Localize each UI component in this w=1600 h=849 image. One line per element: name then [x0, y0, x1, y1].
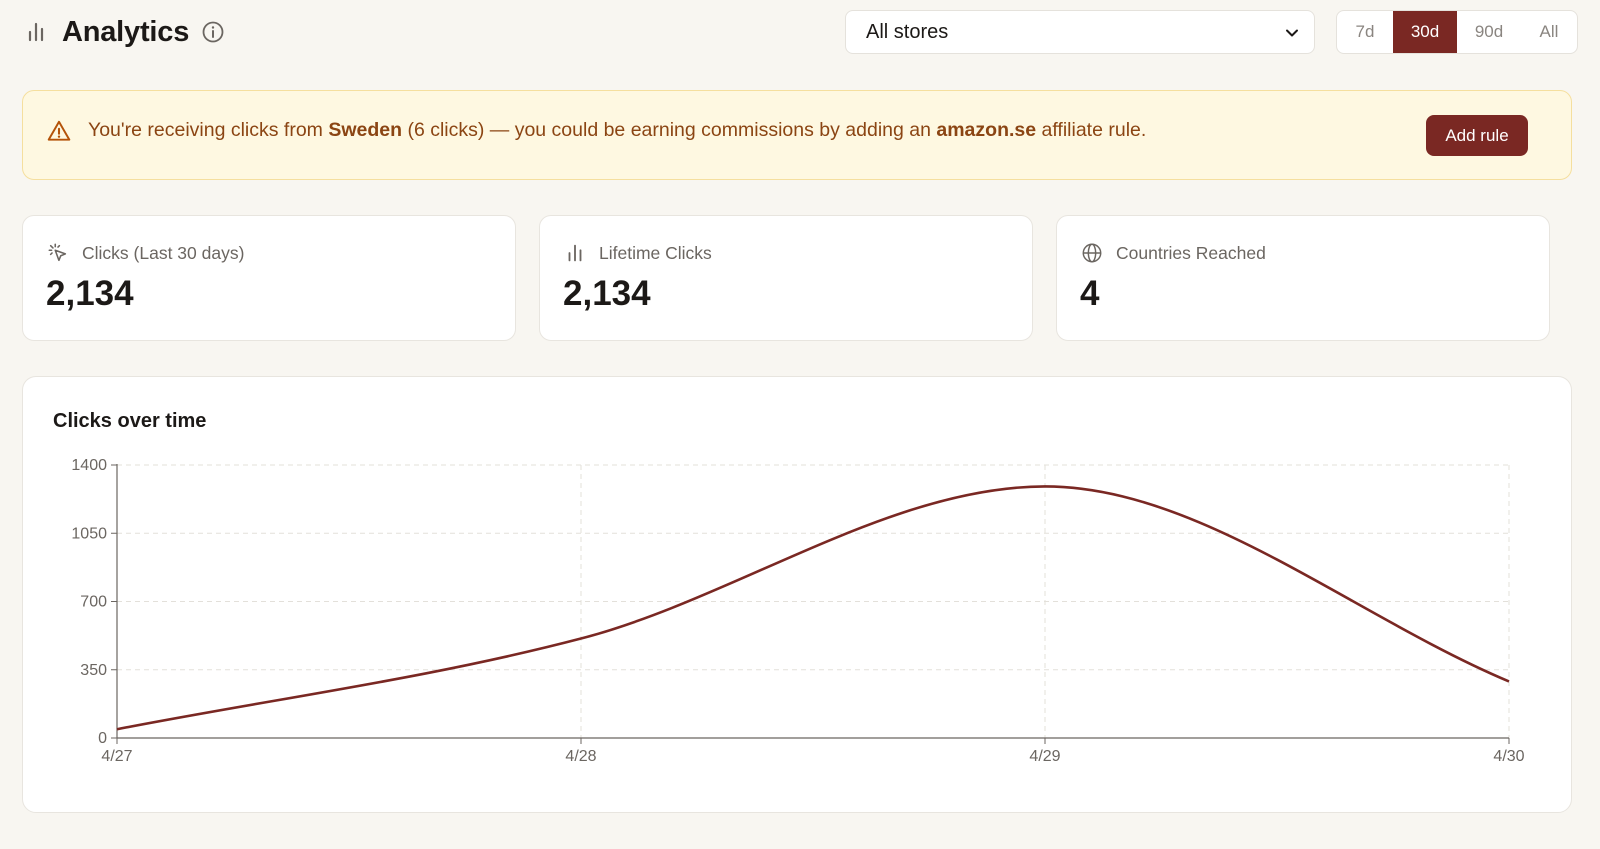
series-line	[116, 485, 1510, 731]
globe-icon	[1080, 241, 1104, 265]
stat-card-clicks-30d: Clicks (Last 30 days) 2,134	[22, 215, 516, 341]
stat-card-lifetime-clicks: Lifetime Clicks 2,134	[539, 215, 1033, 341]
y-tick-label: 700	[80, 594, 107, 611]
alert-text-part: affiliate rule.	[1036, 119, 1147, 141]
stat-card-countries: Countries Reached 4	[1056, 215, 1550, 341]
range-7d-button[interactable]: 7d	[1337, 11, 1393, 53]
stat-value: 2,134	[563, 274, 651, 313]
add-rule-button[interactable]: Add rule	[1426, 115, 1528, 156]
alert-text-part: You're receiving clicks from	[88, 119, 329, 141]
y-tick-label: 350	[80, 662, 107, 679]
stat-value: 2,134	[46, 274, 134, 313]
warning-icon	[46, 118, 72, 149]
range-90d-button[interactable]: 90d	[1457, 11, 1521, 53]
stat-value: 4	[1080, 274, 1100, 313]
range-all-button[interactable]: All	[1521, 11, 1577, 53]
info-icon[interactable]	[201, 20, 225, 44]
store-select-value: All stores	[866, 20, 949, 43]
bar-chart-icon	[22, 18, 50, 46]
stat-label: Lifetime Clicks	[599, 242, 712, 263]
x-tick-label: 4/28	[565, 748, 596, 765]
page-header: Analytics All stores 7d 30d 90d All	[22, 10, 1578, 54]
clicks-line-chart: 0 350 700 1050 1400 4/27 4/28 4/29 4/30	[71, 457, 1524, 765]
range-30d-button[interactable]: 30d	[1393, 11, 1457, 53]
alert-message: You're receiving clicks from Sweden (6 c…	[88, 119, 1146, 142]
y-tick-label: 1050	[71, 525, 107, 542]
stat-label: Clicks (Last 30 days)	[82, 242, 245, 263]
chevron-down-icon	[1282, 23, 1302, 49]
y-tick-label: 1400	[71, 457, 107, 474]
store-select[interactable]: All stores	[845, 10, 1315, 54]
stat-label-row: Clicks (Last 30 days)	[46, 241, 244, 265]
alert-country: Sweden	[328, 119, 403, 141]
country-alert-banner: You're receiving clicks from Sweden (6 c…	[22, 90, 1572, 180]
x-tick-label: 4/30	[1493, 748, 1524, 765]
x-tick-label: 4/27	[101, 748, 132, 765]
stat-label-row: Countries Reached	[1080, 241, 1266, 265]
title-group: Analytics	[22, 10, 225, 54]
alert-text-part: (6 clicks) — you could be earning commis…	[402, 119, 937, 141]
stat-label-row: Lifetime Clicks	[563, 241, 712, 265]
cursor-click-icon	[46, 241, 70, 265]
stat-label: Countries Reached	[1116, 242, 1266, 263]
page-title: Analytics	[62, 15, 190, 48]
date-range-toggle: 7d 30d 90d All	[1336, 10, 1578, 54]
bar-chart-icon	[563, 241, 587, 265]
x-tick-label: 4/29	[1029, 748, 1060, 765]
y-tick-label: 0	[98, 730, 107, 747]
clicks-chart-card: Clicks over time 0 350 700 1050 1400 4/27 4/28…	[22, 376, 1572, 813]
alert-domain: amazon.se	[936, 119, 1037, 141]
